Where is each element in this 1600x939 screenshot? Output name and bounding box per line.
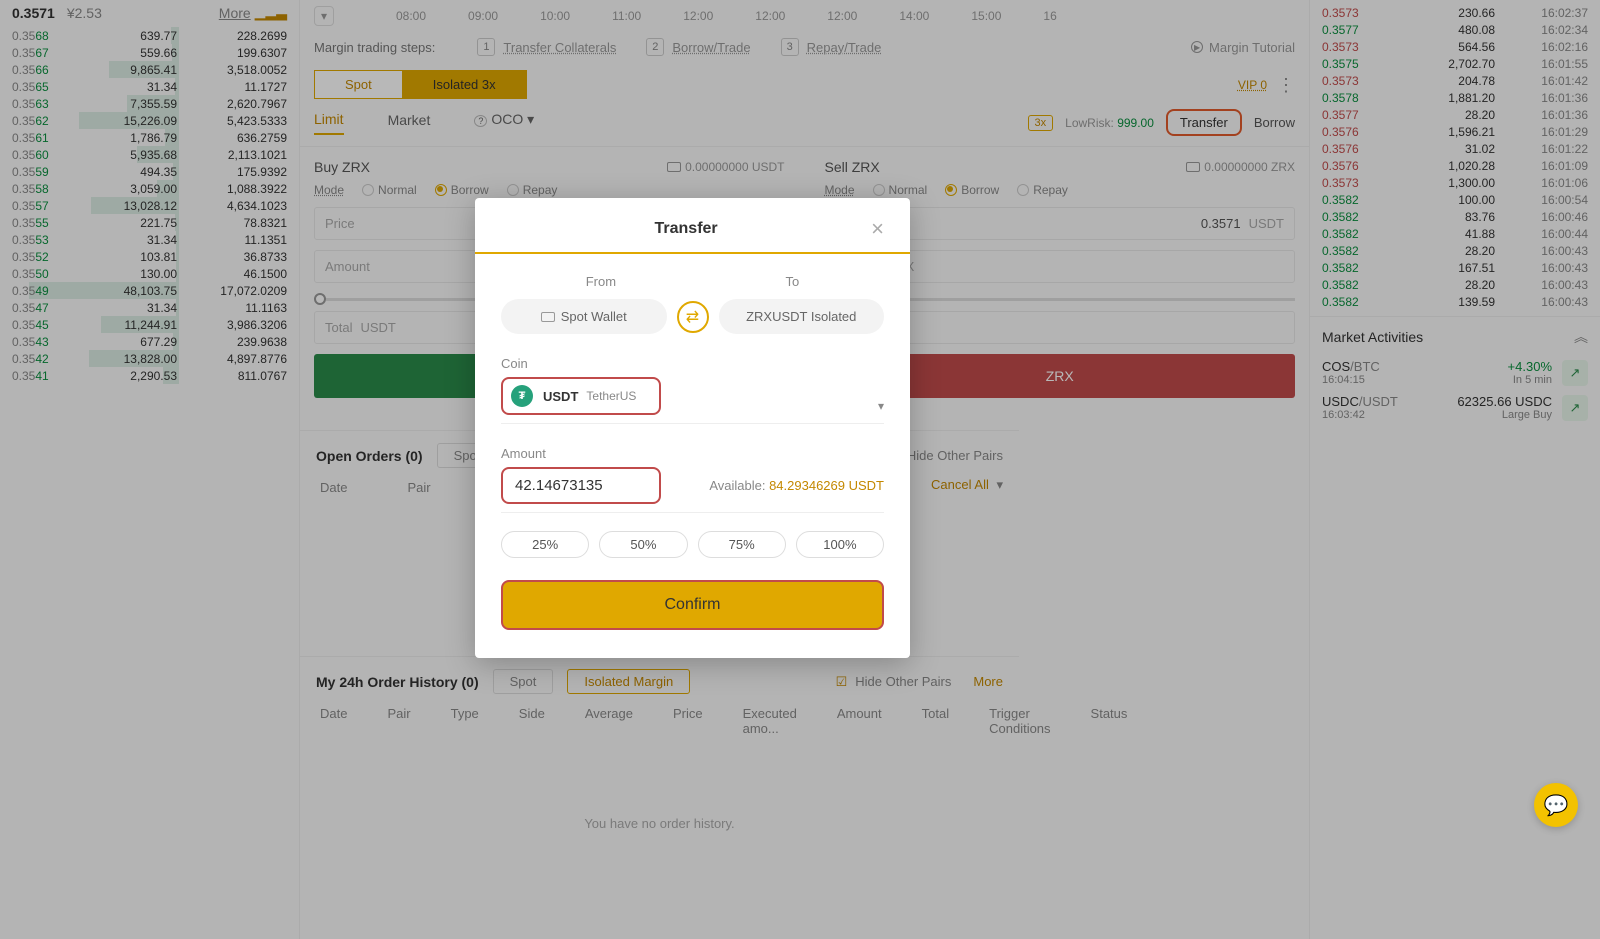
transfer-modal: Transfer × From To Spot Wallet ⇄ ZRXUSDT… xyxy=(475,198,910,658)
usdt-icon: ₮ xyxy=(511,385,533,407)
amount-input[interactable]: 42.14673135 xyxy=(501,467,661,504)
from-wallet[interactable]: Spot Wallet xyxy=(501,299,667,334)
to-label: To xyxy=(786,274,800,289)
chevron-down-icon[interactable]: ▾ xyxy=(878,399,884,413)
amount-label: Amount xyxy=(501,446,884,461)
pct-25%[interactable]: 25% xyxy=(501,531,589,558)
swap-icon[interactable]: ⇄ xyxy=(677,301,709,333)
available-balance: Available: 84.29346269 USDT xyxy=(709,478,884,493)
to-wallet[interactable]: ZRXUSDT Isolated xyxy=(719,299,885,334)
confirm-button[interactable]: Confirm xyxy=(501,580,884,630)
pct-50%[interactable]: 50% xyxy=(599,531,687,558)
chat-icon[interactable]: 💬 xyxy=(1534,783,1578,827)
coin-label: Coin xyxy=(501,356,884,371)
coin-select[interactable]: ₮ USDT TetherUS xyxy=(501,377,661,415)
modal-title: Transfer xyxy=(501,220,871,238)
pct-75%[interactable]: 75% xyxy=(698,531,786,558)
pct-100%[interactable]: 100% xyxy=(796,531,884,558)
close-icon[interactable]: × xyxy=(871,221,884,237)
from-label: From xyxy=(586,274,616,289)
